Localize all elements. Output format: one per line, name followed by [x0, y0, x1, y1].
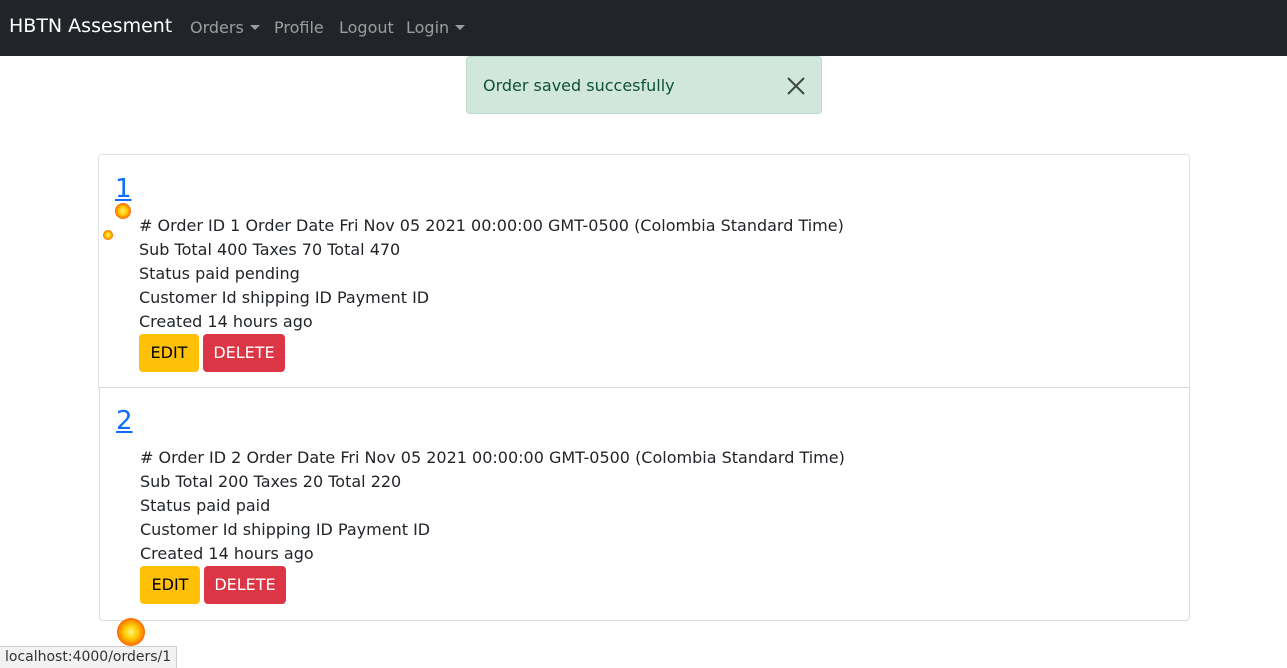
order-card: 1 # Order ID 1 Order Date Fri Nov 05 202…: [98, 154, 1190, 388]
caret-down-icon: [249, 25, 260, 30]
order-card: 2 # Order ID 2 Order Date Fri Nov 05 202…: [99, 387, 1190, 621]
delete-button[interactable]: DELETE: [203, 334, 285, 372]
order-status: Status paid paid: [140, 496, 271, 515]
order-created: Created 14 hours ago: [139, 312, 313, 331]
order-totals: Sub Total 200 Taxes 20 Total 220: [140, 472, 402, 491]
link-status-bar: localhost:4000/orders/1: [0, 646, 178, 668]
order-id-date: # Order ID 2 Order Date Fri Nov 05 2021 …: [140, 448, 845, 467]
order-number-link[interactable]: 1: [115, 174, 132, 204]
caret-down-icon: [455, 25, 466, 30]
delete-button[interactable]: DELETE: [204, 566, 286, 604]
success-alert: Order saved succesfully: [466, 56, 822, 114]
order-customer-ids: Customer Id shipping ID Payment ID: [139, 288, 430, 307]
close-icon[interactable]: [783, 73, 809, 99]
order-number-link[interactable]: 2: [116, 406, 133, 436]
nav-orders-label: Orders: [190, 18, 244, 37]
alert-message: Order saved succesfully: [483, 76, 675, 95]
order-id-date: # Order ID 1 Order Date Fri Nov 05 2021 …: [139, 216, 844, 235]
nav-orders-dropdown[interactable]: Orders: [190, 18, 260, 37]
order-totals: Sub Total 400 Taxes 70 Total 470: [139, 240, 401, 259]
top-navbar: HBTN Assesment Orders Profile Logout Log…: [0, 0, 1287, 56]
nav-login-label: Login: [406, 18, 450, 37]
edit-button[interactable]: EDIT: [139, 334, 199, 372]
order-created: Created 14 hours ago: [140, 544, 314, 563]
nav-logout-link[interactable]: Logout: [339, 18, 394, 37]
navbar-brand[interactable]: HBTN Assesment: [9, 15, 172, 37]
nav-profile-link[interactable]: Profile: [274, 18, 324, 37]
order-status: Status paid pending: [139, 264, 300, 283]
edit-button[interactable]: EDIT: [140, 566, 200, 604]
cursor-trail-marker: [115, 203, 131, 219]
cursor-trail-marker: [117, 618, 145, 646]
order-customer-ids: Customer Id shipping ID Payment ID: [140, 520, 431, 539]
cursor-trail-marker: [103, 230, 113, 240]
nav-login-dropdown[interactable]: Login: [406, 18, 466, 37]
